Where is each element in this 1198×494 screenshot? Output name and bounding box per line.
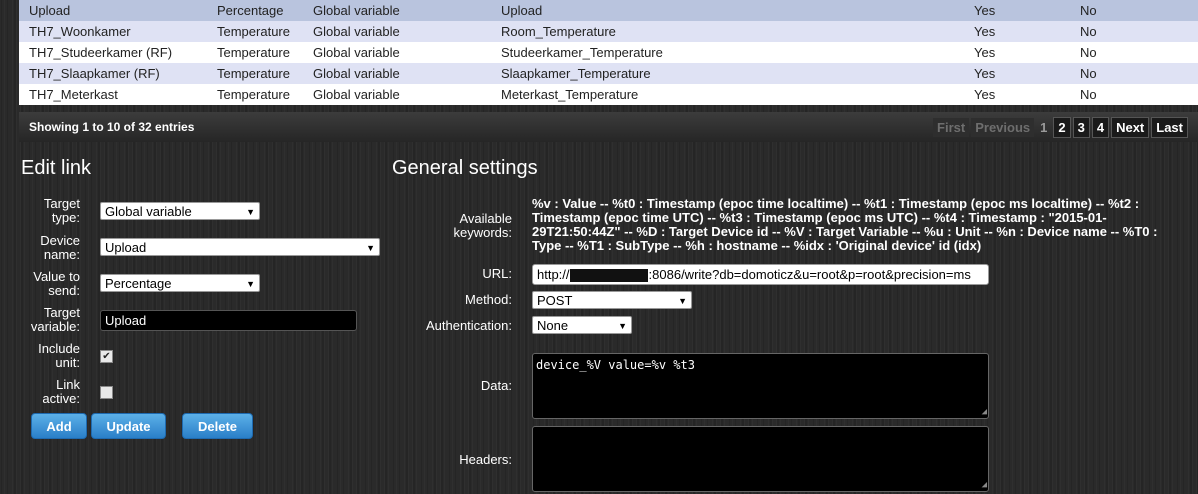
table-row[interactable]: TH7_Studeerkamer (RF) Temperature Global v… bbox=[19, 42, 1198, 63]
general-settings-title: General settings bbox=[392, 157, 538, 179]
target-type-select[interactable]: Global variable ▼ bbox=[100, 202, 260, 220]
table-cell-type: Temperature bbox=[207, 63, 303, 84]
device-links-table: Upload Percentage Global variable Upload Yes… bbox=[19, 0, 1198, 105]
table-cell-target: Global variable bbox=[303, 21, 491, 42]
table-cell-name: TH7_Slaapkamer (RF) bbox=[19, 63, 207, 84]
url-suffix: :8086/write?db=domoticz&u=root&p=root&pr… bbox=[648, 267, 971, 282]
chevron-down-icon: ▼ bbox=[678, 296, 687, 306]
table-cell-target: Global variable bbox=[303, 42, 491, 63]
table-cell-target: Global variable bbox=[303, 63, 491, 84]
url-input[interactable]: http:// :8086/write?db=domoticz&u=root&p=… bbox=[532, 264, 989, 285]
url-label: URL: bbox=[482, 266, 512, 281]
value-to-send-select[interactable]: Percentage ▼ bbox=[100, 274, 260, 292]
value-to-send-label: Value to send: bbox=[33, 269, 80, 298]
method-value: POST bbox=[537, 293, 573, 308]
table-row[interactable]: Upload Percentage Global variable Upload Yes… bbox=[19, 0, 1198, 21]
pagination-page-2[interactable]: 2 bbox=[1053, 116, 1071, 138]
table-cell-type: Temperature bbox=[207, 84, 303, 105]
value-to-send-value: Percentage bbox=[105, 276, 172, 291]
data-label: Data: bbox=[480, 378, 512, 393]
target-variable-label: Target variable: bbox=[30, 305, 80, 334]
pagination-next[interactable]: Next bbox=[1111, 116, 1150, 138]
pagination-previous[interactable]: Previous bbox=[971, 117, 1035, 137]
table-cell-name: TH7_Woonkamer bbox=[19, 21, 207, 42]
table-cell-variable: Room_Temperature bbox=[491, 21, 964, 42]
pagination-first[interactable]: First bbox=[933, 117, 970, 137]
authentication-label: Authentication: bbox=[425, 318, 512, 333]
device-links-table-container: Upload Percentage Global variable Upload Yes… bbox=[19, 0, 1198, 105]
include-unit-checkbox[interactable]: ✔ bbox=[100, 350, 113, 363]
link-active-checkbox[interactable] bbox=[100, 386, 113, 399]
checkmark-icon: ✔ bbox=[102, 351, 111, 362]
table-cell-variable: Meterkast_Temperature bbox=[491, 84, 964, 105]
authentication-value: None bbox=[537, 318, 569, 333]
table-info: Showing 1 to 10 of 32 entries bbox=[29, 120, 195, 134]
table-cell-variable: Studeerkamer_Temperature bbox=[491, 42, 964, 63]
table-cell-variable: Slaapkamer_Temperature bbox=[491, 63, 964, 84]
device-name-label: Device name: bbox=[40, 233, 80, 262]
add-button[interactable]: Add bbox=[31, 413, 87, 439]
available-keywords-text: %v : Value -- %t0 : Timestamp (epoc time… bbox=[532, 196, 1158, 253]
target-variable-input[interactable]: Upload bbox=[100, 310, 357, 331]
table-cell-name: TH7_Studeerkamer (RF) bbox=[19, 42, 207, 63]
resize-grip-icon[interactable]: ◢ bbox=[982, 481, 987, 490]
authentication-select[interactable]: None ▼ bbox=[532, 316, 632, 334]
headers-textarea[interactable]: ◢ bbox=[532, 426, 989, 492]
target-type-value: Global variable bbox=[105, 204, 192, 219]
table-cell-active: No bbox=[1070, 0, 1198, 21]
table-cell-include-unit: Yes bbox=[964, 63, 1070, 84]
url-prefix: http:// bbox=[537, 267, 570, 282]
chevron-down-icon: ▼ bbox=[618, 321, 627, 331]
available-keywords-label: Available keywords: bbox=[453, 211, 512, 240]
data-textarea[interactable]: device_%V value=%v %t3 ◢ bbox=[532, 353, 989, 419]
pagination: First Previous 1 2 3 4 Next Last bbox=[933, 116, 1188, 138]
table-cell-target: Global variable bbox=[303, 84, 491, 105]
pagination-last[interactable]: Last bbox=[1151, 116, 1188, 138]
table-cell-include-unit: Yes bbox=[964, 42, 1070, 63]
table-cell-type: Percentage bbox=[207, 0, 303, 21]
update-button[interactable]: Update bbox=[91, 413, 166, 439]
table-cell-active: No bbox=[1070, 63, 1198, 84]
method-label: Method: bbox=[465, 292, 512, 307]
table-cell-name: TH7_Meterkast bbox=[19, 84, 207, 105]
table-cell-active: No bbox=[1070, 42, 1198, 63]
table-row[interactable]: TH7_Slaapkamer (RF) Temperature Global var… bbox=[19, 63, 1198, 84]
table-cell-active: No bbox=[1070, 84, 1198, 105]
chevron-down-icon: ▼ bbox=[246, 207, 255, 217]
method-select[interactable]: POST ▼ bbox=[532, 291, 692, 309]
table-cell-include-unit: Yes bbox=[964, 21, 1070, 42]
target-type-label: Target type: bbox=[43, 196, 80, 225]
resize-grip-icon[interactable]: ◢ bbox=[982, 408, 987, 417]
edit-link-title: Edit link bbox=[21, 157, 92, 179]
table-cell-include-unit: Yes bbox=[964, 0, 1070, 21]
chevron-down-icon: ▼ bbox=[246, 279, 255, 289]
device-name-value: Upload bbox=[105, 240, 147, 255]
redacted-host bbox=[569, 269, 648, 283]
include-unit-label: Include unit: bbox=[38, 341, 80, 370]
device-name-select[interactable]: Upload ▼ bbox=[100, 238, 380, 256]
table-cell-include-unit: Yes bbox=[964, 84, 1070, 105]
delete-button[interactable]: Delete bbox=[182, 413, 253, 439]
headers-label: Headers: bbox=[459, 452, 512, 467]
table-cell-variable: Upload bbox=[491, 0, 964, 21]
table-row[interactable]: TH7_Woonkamer Temperature Global variable R… bbox=[19, 21, 1198, 42]
table-cell-type: Temperature bbox=[207, 21, 303, 42]
pagination-page-1[interactable]: 1 bbox=[1036, 118, 1051, 137]
table-row[interactable]: TH7_Meterkast Temperature Global variable M… bbox=[19, 84, 1198, 105]
table-footer: Showing 1 to 10 of 32 entries First Prev… bbox=[19, 112, 1198, 142]
pagination-page-4[interactable]: 4 bbox=[1091, 116, 1110, 138]
table-cell-active: No bbox=[1070, 21, 1198, 42]
chevron-down-icon: ▼ bbox=[366, 243, 375, 253]
data-value: device_%V value=%v %t3 bbox=[536, 358, 695, 372]
table-cell-type: Temperature bbox=[207, 42, 303, 63]
table-cell-name: Upload bbox=[19, 0, 207, 21]
link-active-label: Link active: bbox=[42, 377, 80, 406]
table-cell-target: Global variable bbox=[303, 0, 491, 21]
pagination-page-3[interactable]: 3 bbox=[1072, 116, 1090, 138]
